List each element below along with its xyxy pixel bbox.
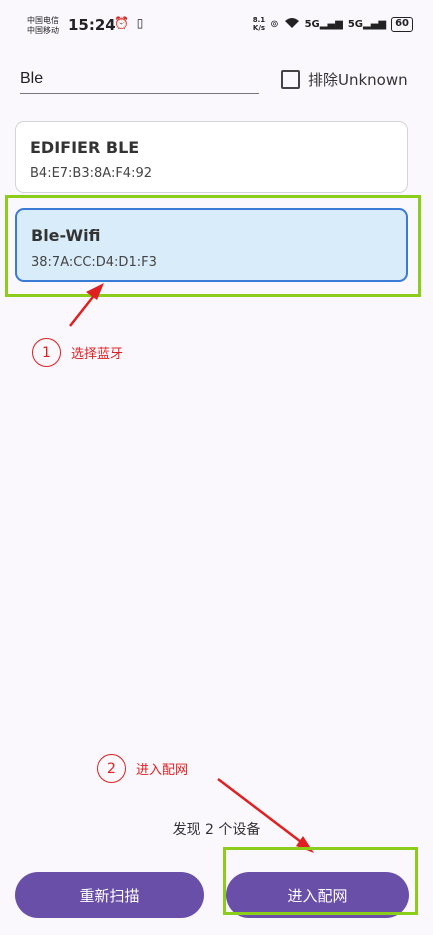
signal-1-icon: 5G▂▄▆ xyxy=(304,18,343,30)
device-name: EDIFIER BLE xyxy=(30,138,140,157)
status-right-icons: 8.1 K/s ⊚ 5G▂▄▆ 5G▂▄▆ 60 xyxy=(253,16,413,32)
device-card-edifier[interactable]: EDIFIER BLE B4:E7:B3:8A:F4:92 xyxy=(15,121,408,193)
exclude-unknown-toggle[interactable]: 排除Unknown xyxy=(281,69,408,90)
device-count-text: 发现 2 个设备 xyxy=(172,822,261,838)
highlight-box-device xyxy=(5,195,421,297)
highlight-box-button xyxy=(223,847,418,915)
carrier-1: 中国电信 xyxy=(27,16,59,25)
status-bar: 中国电信 中国移动 15:24 ⏰ ▯ 8.1 K/s ⊚ 5G▂▄▆ 5G▂▄… xyxy=(0,0,433,50)
device-mac: B4:E7:B3:8A:F4:92 xyxy=(30,166,152,181)
wifi-icon xyxy=(284,17,300,32)
step-1-circle: 1 xyxy=(32,338,61,367)
hotspot-icon: ⊚ xyxy=(270,18,279,30)
carrier-names: 中国电信 中国移动 xyxy=(27,16,59,36)
battery-icon: 60 xyxy=(391,16,413,32)
carrier-2: 中国移动 xyxy=(27,26,59,35)
search-input[interactable] xyxy=(20,64,259,94)
exclude-unknown-label: 排除Unknown xyxy=(308,71,408,89)
rescan-button[interactable]: 重新扫描 xyxy=(15,872,204,918)
arrow-2 xyxy=(217,778,314,853)
annotation-step-1: 1 选择蓝牙 xyxy=(32,338,123,367)
signal-2-icon: 5G▂▄▆ xyxy=(347,18,387,30)
network-speed: 8.1 K/s xyxy=(252,16,266,32)
alarm-vibrate-icon: ⏰ ▯ xyxy=(114,16,146,30)
step-2-text: 进入配网 xyxy=(136,763,189,778)
step-2-circle: 2 xyxy=(97,754,126,783)
step-1-text: 选择蓝牙 xyxy=(71,347,124,362)
annotation-step-2: 2 进入配网 xyxy=(97,754,188,783)
status-time: 15:24 xyxy=(68,16,116,34)
exclude-unknown-checkbox[interactable] xyxy=(281,70,300,89)
